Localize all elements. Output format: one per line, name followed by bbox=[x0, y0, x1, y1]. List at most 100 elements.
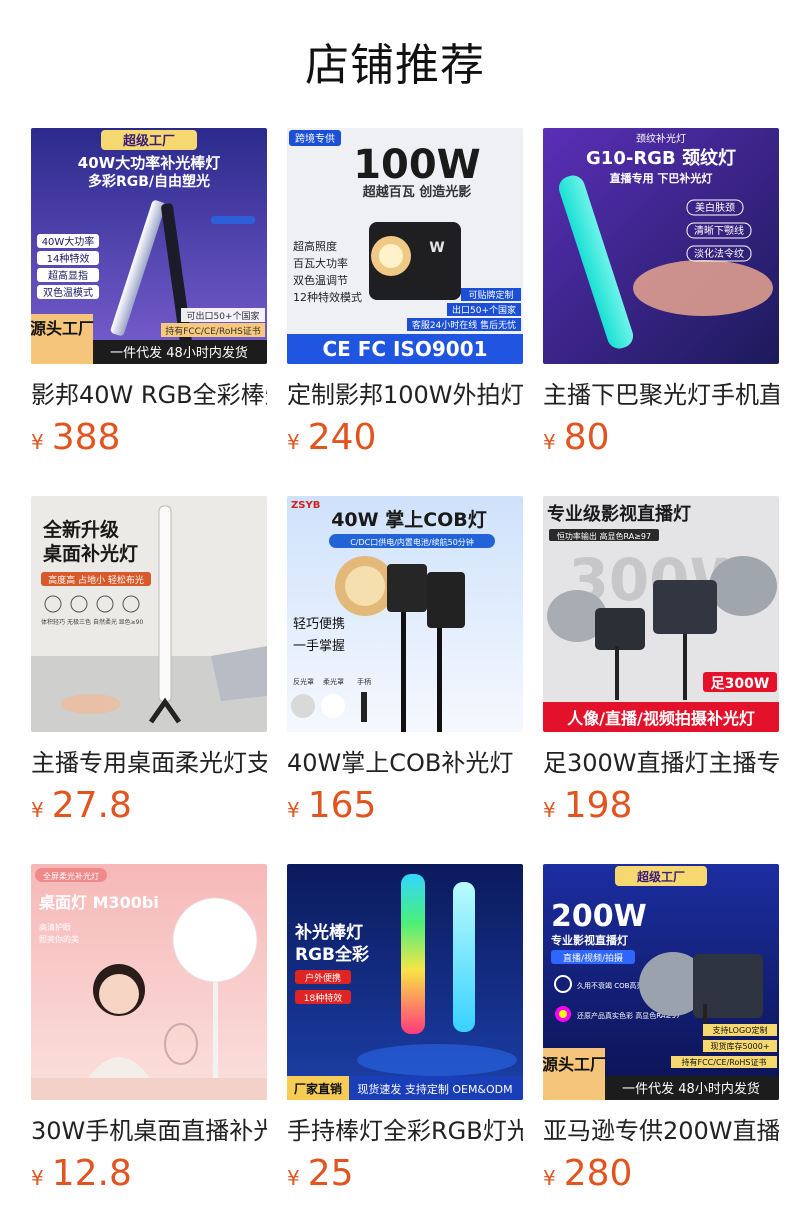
hand bbox=[633, 260, 773, 316]
product-card[interactable]: ZSYB 40W 掌上COB灯 C/DC口供电/内置电池/续航50分钟 轻巧便携… bbox=[287, 496, 523, 836]
currency-symbol: ¥ bbox=[31, 1166, 44, 1190]
product-name[interactable]: 影邦40W RGB全彩棒灯 bbox=[31, 378, 267, 412]
svg-text:40W 掌上COB灯: 40W 掌上COB灯 bbox=[331, 508, 487, 531]
price-value: 198 bbox=[563, 785, 633, 826]
svg-text:轻巧便携: 轻巧便携 bbox=[293, 616, 345, 632]
product-name[interactable]: 40W掌上COB补光灯 bbox=[287, 746, 523, 780]
svg-text:W: W bbox=[429, 240, 444, 256]
svg-text:全新升级: 全新升级 bbox=[42, 518, 119, 541]
svg-text:百瓦大功率: 百瓦大功率 bbox=[293, 256, 348, 270]
product-image[interactable]: 跨境专供 100W 超越百瓦 创造光影 W 超高照度 百瓦大功率 双色温调节 1… bbox=[287, 128, 523, 364]
svg-text:200W: 200W bbox=[551, 899, 647, 934]
product-name[interactable]: 主播下巴聚光灯手机直播 bbox=[543, 378, 779, 412]
product-image[interactable]: 颈纹补光灯 G10-RGB 颈纹灯 直播专用 下巴补光灯 美白肤颈 清晰下颚线 … bbox=[543, 128, 779, 364]
product-image[interactable]: ZSYB 40W 掌上COB灯 C/DC口供电/内置电池/续航50分钟 轻巧便携… bbox=[287, 496, 523, 732]
product-card[interactable]: 补光棒灯 RGB全彩 户外便携 18种特效 厂家直销 现货速发 支持定制 OEM… bbox=[287, 864, 523, 1204]
svg-text:人像/直播/视频拍摄补光灯: 人像/直播/视频拍摄补光灯 bbox=[567, 709, 755, 728]
svg-text:高清护眼: 高清护眼 bbox=[39, 922, 71, 932]
svg-text:淡化法令纹: 淡化法令纹 bbox=[694, 247, 744, 260]
product-price: ¥12.8 bbox=[31, 1154, 132, 1194]
product-card[interactable]: 颈纹补光灯 G10-RGB 颈纹灯 直播专用 下巴补光灯 美白肤颈 清晰下颚线 … bbox=[543, 128, 779, 468]
product-price: ¥388 bbox=[31, 418, 120, 458]
product-card[interactable]: 超级工厂 40W大功率补光棒灯 多彩RGB/自由塑光 40W大功率 14种特效 … bbox=[31, 128, 267, 468]
price-value: 27.8 bbox=[51, 785, 132, 826]
product-image[interactable]: 专业级影视直播灯 恒功率输出 高显色RA≥97 300W 足300W 人像/直播… bbox=[543, 496, 779, 732]
product-image[interactable]: 全新升级 桌面补光灯 高度高 占地小 轻松布光 体积轻巧 无极三色 自然柔光 显… bbox=[31, 496, 267, 732]
product-image[interactable]: 超级工厂 200W 专业影视直播灯 直播/视频/拍摄 久用不衰竭 COB高亮灯珠… bbox=[543, 864, 779, 1100]
product-price: ¥198 bbox=[543, 786, 632, 826]
price-value: 280 bbox=[563, 1153, 633, 1194]
svg-text:直播/视频/拍摄: 直播/视频/拍摄 bbox=[563, 952, 623, 964]
page-title: 店铺推荐 bbox=[305, 40, 485, 91]
product-image[interactable]: 超级工厂 40W大功率补光棒灯 多彩RGB/自由塑光 40W大功率 14种特效 … bbox=[31, 128, 267, 364]
product-card[interactable]: 跨境专供 100W 超越百瓦 创造光影 W 超高照度 百瓦大功率 双色温调节 1… bbox=[287, 128, 523, 468]
currency-symbol: ¥ bbox=[287, 430, 300, 454]
svg-text:超高显指: 超高显指 bbox=[48, 269, 88, 282]
svg-text:一件代发 48小时内发货: 一件代发 48小时内发货 bbox=[110, 345, 248, 361]
price-value: 165 bbox=[307, 785, 377, 826]
price-value: 240 bbox=[307, 417, 377, 458]
product-price: ¥240 bbox=[287, 418, 376, 458]
svg-text:可出口50+个国家: 可出口50+个国家 bbox=[187, 310, 260, 322]
svg-text:桌面补光灯: 桌面补光灯 bbox=[43, 542, 138, 565]
svg-text:G10-RGB 颈纹灯: G10-RGB 颈纹灯 bbox=[586, 147, 736, 169]
svg-text:专业影视直播灯: 专业影视直播灯 bbox=[551, 933, 628, 947]
price-value: 25 bbox=[307, 1153, 354, 1194]
svg-text:跨境专供: 跨境专供 bbox=[295, 132, 335, 145]
product-price: ¥25 bbox=[287, 1154, 354, 1194]
svg-text:客服24小时在线 售后无忧: 客服24小时在线 售后无忧 bbox=[412, 319, 516, 331]
svg-text:专业级影视直播灯: 专业级影视直播灯 bbox=[547, 503, 691, 525]
price-value: 388 bbox=[51, 417, 121, 458]
svg-text:源头工厂: 源头工厂 bbox=[543, 1055, 606, 1074]
svg-text:40W大功率补光棒灯: 40W大功率补光棒灯 bbox=[78, 154, 220, 172]
product-price: ¥165 bbox=[287, 786, 376, 826]
svg-text:一手掌握: 一手掌握 bbox=[293, 639, 345, 654]
svg-text:厂家直销: 厂家直销 bbox=[294, 1081, 342, 1096]
product-card[interactable]: 超级工厂 200W 专业影视直播灯 直播/视频/拍摄 久用不衰竭 COB高亮灯珠… bbox=[543, 864, 779, 1204]
svg-text:反光罩: 反光罩 bbox=[293, 677, 314, 686]
svg-text:体积轻巧: 体积轻巧 bbox=[41, 618, 65, 626]
svg-text:ZSYB: ZSYB bbox=[291, 500, 320, 511]
currency-symbol: ¥ bbox=[31, 430, 44, 454]
svg-text:手柄: 手柄 bbox=[357, 677, 371, 686]
product-image[interactable]: 全屏柔光补光灯 桌面灯 M300bi 高清护眼 照亮你的美 bbox=[31, 864, 267, 1100]
svg-text:现货库存5000+: 现货库存5000+ bbox=[710, 1041, 769, 1051]
svg-text:桌面灯 M300bi: 桌面灯 M300bi bbox=[39, 893, 159, 912]
svg-text:全屏柔光补光灯: 全屏柔光补光灯 bbox=[43, 871, 99, 881]
product-image[interactable]: 补光棒灯 RGB全彩 户外便携 18种特效 厂家直销 现货速发 支持定制 OEM… bbox=[287, 864, 523, 1100]
svg-text:美白肤颈: 美白肤颈 bbox=[695, 201, 735, 214]
svg-text:直播专用 下巴补光灯: 直播专用 下巴补光灯 bbox=[610, 171, 713, 185]
svg-text:双色温模式: 双色温模式 bbox=[43, 286, 93, 299]
product-card[interactable]: 全新升级 桌面补光灯 高度高 占地小 轻松布光 体积轻巧 无极三色 自然柔光 显… bbox=[31, 496, 267, 836]
svg-text:足300W: 足300W bbox=[711, 676, 770, 692]
svg-text:显色≥90: 显色≥90 bbox=[119, 618, 144, 626]
svg-text:持有FCC/CE/RoHS证书: 持有FCC/CE/RoHS证书 bbox=[682, 1057, 767, 1067]
product-name[interactable]: 定制影邦100W外拍灯 bbox=[287, 378, 523, 412]
svg-text:源头工厂: 源头工厂 bbox=[31, 319, 94, 338]
product-name[interactable]: 足300W直播灯主播专用 bbox=[543, 746, 779, 780]
svg-text:超高照度: 超高照度 bbox=[293, 239, 337, 253]
svg-text:出口50+个国家: 出口50+个国家 bbox=[452, 304, 516, 316]
product-card[interactable]: 专业级影视直播灯 恒功率输出 高显色RA≥97 300W 足300W 人像/直播… bbox=[543, 496, 779, 836]
price-value: 80 bbox=[563, 417, 610, 458]
store-recommendations-page: 店铺推荐 超级工厂 40W大功率补光棒灯 多彩RGB/自由塑光 40W大功率 1… bbox=[0, 0, 790, 1232]
product-name[interactable]: 亚马逊专供200W直播灯 bbox=[543, 1114, 779, 1148]
svg-text:柔光罩: 柔光罩 bbox=[323, 677, 344, 686]
product-price: ¥280 bbox=[543, 1154, 632, 1194]
product-price: ¥80 bbox=[543, 418, 610, 458]
product-name[interactable]: 手持棒灯全彩RGB灯光 bbox=[287, 1114, 523, 1148]
currency-symbol: ¥ bbox=[287, 1166, 300, 1190]
svg-text:超级工厂: 超级工厂 bbox=[636, 869, 685, 884]
product-card[interactable]: 全屏柔光补光灯 桌面灯 M300bi 高清护眼 照亮你的美 30W手机桌面直播补… bbox=[31, 864, 267, 1204]
svg-text:18种特效: 18种特效 bbox=[304, 992, 342, 1004]
currency-symbol: ¥ bbox=[31, 798, 44, 822]
product-name[interactable]: 30W手机桌面直播补光灯 bbox=[31, 1114, 267, 1148]
svg-text:现货速发 支持定制 OEM&ODM: 现货速发 支持定制 OEM&ODM bbox=[357, 1082, 512, 1096]
product-name[interactable]: 主播专用桌面柔光灯支架 bbox=[31, 746, 267, 780]
svg-text:恒功率输出 高显色RA≥97: 恒功率输出 高显色RA≥97 bbox=[557, 531, 651, 541]
currency-symbol: ¥ bbox=[543, 1166, 556, 1190]
currency-symbol: ¥ bbox=[543, 798, 556, 822]
svg-text:无极三色: 无极三色 bbox=[67, 618, 91, 626]
svg-text:双色温调节: 双色温调节 bbox=[293, 273, 348, 287]
svg-text:14种特效: 14种特效 bbox=[47, 252, 90, 265]
